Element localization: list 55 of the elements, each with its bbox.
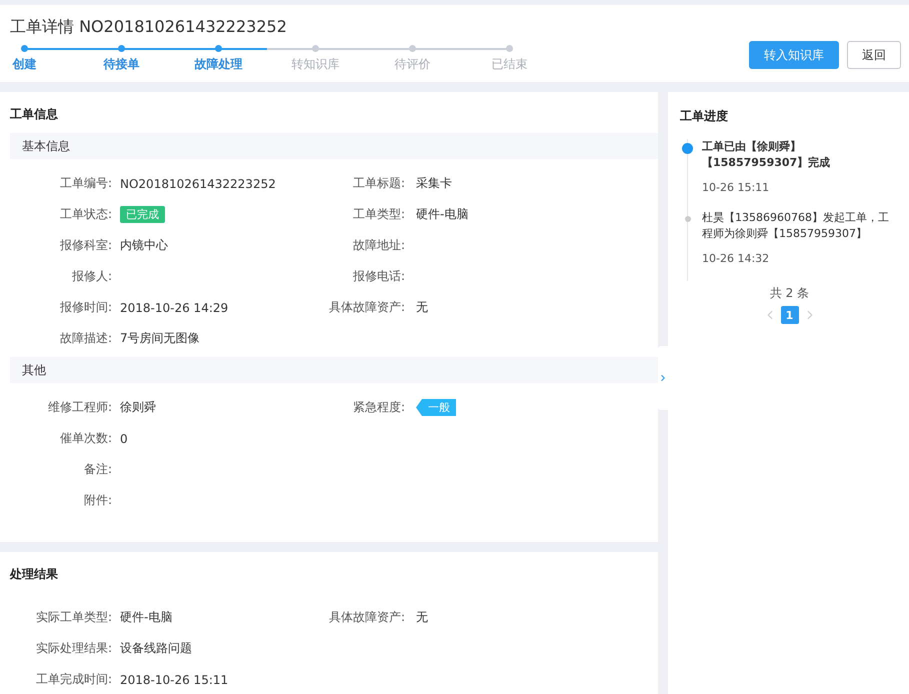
field-value: NO201810261432223252 (120, 176, 277, 190)
field-label: 工单状态: (58, 206, 113, 223)
field-label: 备注: (82, 461, 113, 478)
field-label: 报修时间: (58, 299, 113, 316)
field-value: 无 (416, 299, 429, 316)
field-label: 报修人: (70, 268, 113, 285)
field-label: 工单类型: (352, 206, 406, 223)
priority-tag: 一般 (416, 399, 456, 416)
field-value: 2018-10-26 15:11 (120, 672, 230, 686)
field-value: 硬件-电脑 (120, 609, 174, 626)
total-count: 共 2 条 (770, 285, 810, 302)
field-label: 附件: (82, 492, 113, 509)
page-title: 工单详情 NO201810261432223252 (10, 17, 288, 38)
field-value: 采集卡 (416, 175, 453, 192)
timeline-text: 杜昊【13586960768】发起工单，工程师为徐则舜【15857959307】 (702, 210, 890, 242)
card-title: 处理结果 (10, 566, 59, 583)
field-label: 工单标题: (352, 175, 406, 192)
step-label: 已结束 (492, 56, 528, 73)
field-label: 实际处理结果: (34, 640, 113, 657)
field-label: 实际工单类型: (34, 609, 113, 626)
section-header: 基本信息 (10, 133, 658, 159)
step-label: 创建 (12, 56, 36, 73)
timeline-text: 工单已由【徐则舜】【15857959307】完成 (702, 139, 832, 171)
page-button[interactable]: 1 (780, 306, 798, 324)
card-title: 工单信息 (10, 106, 59, 123)
field-value: 内镜中心 (120, 237, 169, 254)
step-label: 待评价 (394, 56, 430, 73)
field-label: 维修工程师: (46, 399, 113, 416)
knowledge-base-button[interactable]: 转入知识库 (749, 41, 839, 69)
field-value: 设备线路问题 (120, 640, 193, 657)
field-value: 硬件-电脑 (416, 206, 470, 223)
field-value: 0 (120, 432, 129, 446)
timeline-time: 10-26 14:32 (702, 252, 770, 265)
field-label: 故障地址: (352, 237, 406, 254)
field-value: 7号房间无图像 (120, 330, 201, 347)
timeline-time: 10-26 15:11 (702, 181, 770, 194)
step-label: 转知识库 (292, 56, 340, 73)
field-label: 报修电话: (352, 268, 406, 285)
status-tag: 已完成 (120, 206, 165, 223)
field-value: 徐则舜 (120, 399, 157, 416)
field-label: 具体故障资产: (328, 609, 406, 626)
field-label: 报修科室: (58, 237, 113, 254)
section-header: 其他 (10, 357, 658, 383)
step-label: 待接单 (104, 56, 140, 73)
field-label: 催单次数: (58, 430, 113, 447)
panel-title: 工单进度 (680, 108, 729, 125)
field-label: 工单编号: (58, 175, 113, 192)
step-label: 故障处理 (194, 56, 242, 73)
back-button[interactable]: 返回 (847, 41, 901, 69)
field-label: 工单完成时间: (34, 671, 113, 688)
field-label: 具体故障资产: (328, 299, 406, 316)
field-label: 紧急程度: (352, 399, 406, 416)
field-value: 无 (416, 609, 429, 626)
field-label: 故障描述: (58, 330, 113, 347)
field-value: 2018-10-26 14:29 (120, 300, 230, 314)
